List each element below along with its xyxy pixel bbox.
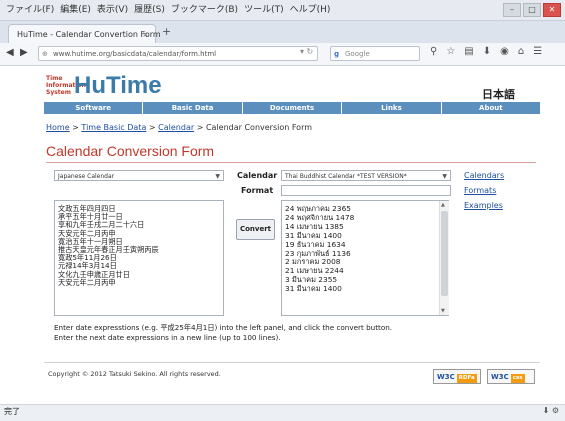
menu-file[interactable]: ファイル(F)	[6, 0, 54, 20]
site-logo[interactable]: HuTime	[74, 72, 162, 100]
chevron-down-icon: ▼	[215, 173, 220, 180]
status-addon-icon[interactable]: ⬇ ⚙	[543, 406, 559, 415]
toolbar-icons: ⚲ ☆ ▤ ⬇ ◉ ⌂ ☰	[430, 46, 542, 57]
address-bar[interactable]: ⊕ www.hutime.org/basicdata/calendar/form…	[38, 46, 318, 61]
status-bar	[0, 404, 565, 421]
menu-view[interactable]: 表示(V)	[97, 0, 128, 20]
w3c-css-badge[interactable]: W3C css	[487, 369, 535, 384]
hamburger-menu-icon[interactable]: ☰	[533, 46, 542, 57]
badge-tag: RDFa	[456, 374, 477, 383]
nav-links[interactable]: Links	[342, 102, 441, 114]
calendars-link[interactable]: Calendars	[464, 171, 504, 180]
menu-tools[interactable]: ツール(T)	[244, 0, 284, 20]
menu-help[interactable]: ヘルプ(H)	[290, 0, 331, 20]
find-icon[interactable]: ⚲	[430, 46, 437, 57]
browser-tab[interactable]: HuTime - Calendar Convertion Form ×	[8, 24, 161, 44]
breadcrumb-home[interactable]: Home	[46, 123, 70, 132]
status-text: 完了	[4, 407, 20, 416]
scroll-up-icon[interactable]: ▲	[441, 202, 445, 208]
source-dates-textarea[interactable]: 文政五年四月四日 承平五年十月廿一日 享和九年壬戌二月二十六日 天安元年二月丙申…	[54, 200, 224, 316]
page-title: Calendar Conversion Form	[46, 143, 215, 159]
target-calendar-value: Thai Buddhist Calendar *TEST VERSION*	[285, 173, 407, 180]
site-nav: Software Basic Data Documents Links Abou…	[44, 102, 541, 114]
tab-title: HuTime - Calendar Convertion Form	[17, 30, 161, 39]
bookmark-star-icon[interactable]: ☆	[446, 46, 455, 57]
maximize-icon[interactable]: □	[523, 3, 541, 17]
search-input[interactable]: g Google	[330, 46, 420, 61]
close-window-icon[interactable]: ✕	[543, 3, 561, 17]
instruction-line: Enter the next date expressions in a new…	[54, 333, 281, 342]
back-icon[interactable]: ◀	[6, 47, 14, 58]
breadcrumb-current: Calendar Conversion Form	[205, 123, 313, 132]
badge-tag: css	[510, 374, 525, 383]
browser-menubar: ファイル(F) 編集(E) 表示(V) 履歴(S) ブックマーク(B) ツール(…	[0, 0, 565, 21]
minimize-icon[interactable]: –	[503, 3, 521, 17]
nav-about[interactable]: About	[441, 102, 541, 114]
w3c-rdfa-badge[interactable]: W3C RDFa	[433, 369, 481, 384]
instructions: Enter date expresstions (e.g. 平成25年4月1日)…	[54, 323, 474, 343]
home-icon[interactable]: ⌂	[518, 46, 524, 57]
menu-bookmarks[interactable]: ブックマーク(B)	[171, 0, 238, 20]
scroll-thumb[interactable]	[441, 211, 448, 296]
language-link[interactable]: 日本語	[482, 86, 515, 102]
reload-icon[interactable]: ▾ ↻	[300, 47, 313, 56]
format-label: Format	[241, 186, 274, 195]
window-controls: – □ ✕	[503, 3, 561, 17]
nav-software[interactable]: Software	[44, 102, 143, 114]
target-calendar-select[interactable]: Thai Buddhist Calendar *TEST VERSION* ▼	[281, 170, 451, 181]
nav-basic-data[interactable]: Basic Data	[143, 102, 242, 114]
formats-link[interactable]: Formats	[464, 186, 496, 195]
menu-edit[interactable]: 編集(E)	[60, 0, 91, 20]
close-tab-icon[interactable]: ×	[142, 25, 149, 44]
download-icon[interactable]: ⬇	[483, 46, 491, 57]
title-divider	[46, 162, 536, 163]
breadcrumb-calendar[interactable]: Calendar	[158, 123, 194, 132]
badge-text: W3C	[437, 373, 455, 381]
source-calendar-select[interactable]: Japanese Calendar ▼	[54, 170, 224, 181]
google-icon: g	[334, 50, 340, 58]
url-text: www.hutime.org/basicdata/calendar/form.h…	[53, 50, 217, 58]
examples-link[interactable]: Examples	[464, 201, 503, 210]
calendar-label: Calendar	[237, 171, 278, 180]
breadcrumb-time-basic-data[interactable]: Time Basic Data	[81, 123, 146, 132]
nav-documents[interactable]: Documents	[242, 102, 342, 114]
scroll-down-icon[interactable]: ▼	[441, 308, 445, 314]
menu-history[interactable]: 履歴(S)	[134, 0, 165, 20]
search-placeholder: Google	[345, 50, 370, 58]
badge-text: W3C	[491, 373, 509, 381]
copyright-text: Copyright © 2012 Tatsuki Sekino. All rig…	[48, 370, 221, 378]
chevron-down-icon: ▼	[442, 173, 447, 180]
footer-divider	[44, 362, 540, 363]
output-scrollbar[interactable]: ▲ ▼	[439, 201, 449, 315]
source-calendar-value: Japanese Calendar	[58, 173, 115, 180]
source-line: 天安元年二月丙申	[58, 277, 116, 287]
new-tab-icon[interactable]: +	[162, 25, 171, 38]
addon-icon[interactable]: ◉	[500, 46, 509, 57]
output-dates-textarea[interactable]: 24 พฤษภาคม 2365 24 พฤศจิกายน 1478 14 เมษ…	[281, 200, 449, 316]
forward-icon[interactable]: ▶	[20, 47, 28, 58]
bookmarks-list-icon[interactable]: ▤	[464, 46, 473, 57]
format-input[interactable]	[281, 185, 451, 196]
instruction-line: Enter date expresstions (e.g. 平成25年4月1日)…	[54, 323, 393, 332]
output-line: 31 มีนาคม 1400	[285, 284, 342, 294]
site-info-icon[interactable]: ⊕	[42, 47, 48, 60]
convert-button[interactable]: Convert	[236, 219, 275, 240]
breadcrumb: Home > Time Basic Data > Calendar > Cale…	[46, 123, 313, 132]
